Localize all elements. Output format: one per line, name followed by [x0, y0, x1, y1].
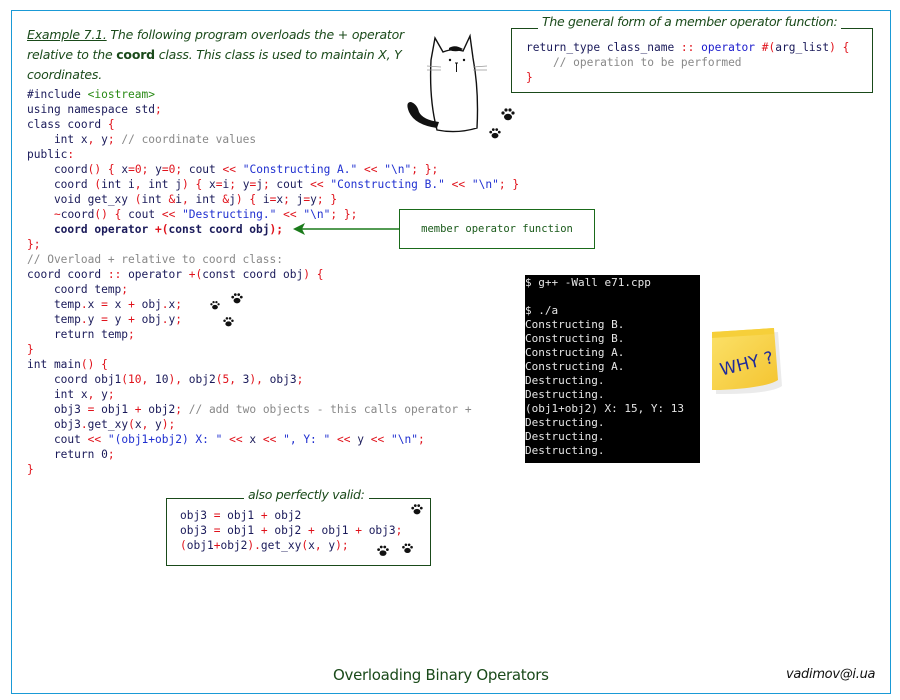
code-line: #include <iostream> — [27, 88, 155, 101]
general-form-comment: // operation to be performed — [526, 56, 742, 69]
valid-examples-title: also perfectly valid: — [244, 487, 369, 502]
terminal-line: Constructing B. — [525, 318, 625, 331]
valid-examples-code: obj3 = obj1 + obj2 obj3 = obj1 + obj2 + o… — [180, 508, 402, 553]
code-line: coord temp; — [27, 283, 129, 296]
example-intro: Example 7.1. The following program overl… — [27, 25, 417, 85]
terminal-line: (obj1+obj2) X: 15, Y: 13 — [525, 402, 684, 415]
paw-print-icon — [223, 317, 234, 327]
paw-print-icon — [210, 301, 220, 310]
code-line: void get_xy (int &i, int &j) { i=x; j=y;… — [27, 193, 338, 206]
code-line: cout << "(obj1+obj2) X: " << x << ", Y: … — [27, 433, 425, 446]
general-form-code-part: operator — [694, 41, 762, 54]
code-line: public: — [27, 148, 75, 161]
valid-code-line: obj3 = obj1 + obj2 — [180, 509, 302, 522]
member-operator-annotation: member operator function — [399, 209, 595, 249]
general-form-close-brace: } — [526, 71, 533, 84]
code-line: } — [27, 463, 34, 476]
terminal-line: Destructing. — [525, 416, 605, 429]
terminal-line: Destructing. — [525, 388, 605, 401]
sticky-note-icon: WHY ? — [712, 328, 782, 394]
general-form-code-part: arg_list — [775, 41, 830, 54]
terminal-output: $ g++ -Wall e71.cpp $ ./a Constructing B.… — [525, 275, 700, 463]
general-form-code-part: ) { — [829, 41, 850, 54]
code-line: int main() { — [27, 358, 108, 371]
terminal-line: Destructing. — [525, 444, 605, 457]
valid-code-line: obj3 = obj1 + obj2 + obj1 + obj3; — [180, 524, 403, 537]
terminal-line: Constructing A. — [525, 360, 625, 373]
terminal-line: $ ./a — [525, 304, 559, 317]
code-line: // Overload + relative to coord class: — [27, 253, 283, 266]
general-form-code: return_type class_name :: operator #(arg… — [526, 40, 849, 85]
general-form-code-part: #( — [761, 41, 776, 54]
paw-print-icon — [231, 293, 243, 304]
annotation-label: member operator function — [421, 223, 573, 235]
general-form-code-part: :: — [680, 41, 695, 54]
paw-print-icon — [377, 545, 389, 556]
code-line: coord (int i, int j) { x=i; y=j; cout <<… — [27, 178, 520, 191]
code-line: coord coord :: operator +(const coord ob… — [27, 268, 324, 281]
terminal-line: $ g++ -Wall e71.cpp — [525, 276, 651, 289]
code-line: temp.x = x + obj.x; — [27, 298, 183, 311]
arrow-icon — [293, 223, 400, 235]
code-line: return 0; — [27, 448, 115, 461]
author-email: vadimov@i.ua — [786, 667, 876, 682]
code-line: coord obj1(10, 10), obj2(5, 3), obj3; — [27, 373, 304, 386]
code-line: temp.y = y + obj.y; — [27, 313, 183, 326]
intro-bold-word: coord — [116, 47, 155, 62]
main-code-listing: #include <iostream> using namespace std; c… — [27, 87, 519, 477]
paw-print-icon — [402, 543, 413, 554]
code-line: } — [27, 343, 34, 356]
code-line: int x, y; // coordinate values — [27, 133, 257, 146]
code-line: using namespace std; — [27, 103, 162, 116]
terminal-line: Destructing. — [525, 430, 605, 443]
terminal-line: Constructing B. — [525, 332, 625, 345]
general-form-title: The general form of a member operator fu… — [538, 14, 842, 29]
general-form-code-part: return_type class_name — [526, 41, 681, 54]
code-line: int x, y; — [27, 388, 115, 401]
valid-code-line: (obj1+obj2).get_xy(x, y); — [180, 539, 349, 552]
terminal-text: $ g++ -Wall e71.cpp $ ./a Constructing B.… — [525, 276, 684, 458]
page-frame-bottom — [11, 693, 891, 694]
code-line: obj3.get_xy(x, y); — [27, 418, 176, 431]
code-line: obj3 = obj1 + obj2; // add two objects -… — [27, 403, 472, 416]
terminal-line: Destructing. — [525, 374, 605, 387]
paw-print-icon — [411, 504, 423, 515]
code-line: class coord { — [27, 118, 115, 131]
slide-title: Overloading Binary Operators — [333, 666, 549, 684]
code-line: return temp; — [27, 328, 135, 341]
terminal-line: Constructing A. — [525, 346, 625, 359]
example-label: Example 7.1. — [27, 27, 107, 42]
code-line: coord() { x=0; y=0; cout << "Constructin… — [27, 163, 439, 176]
